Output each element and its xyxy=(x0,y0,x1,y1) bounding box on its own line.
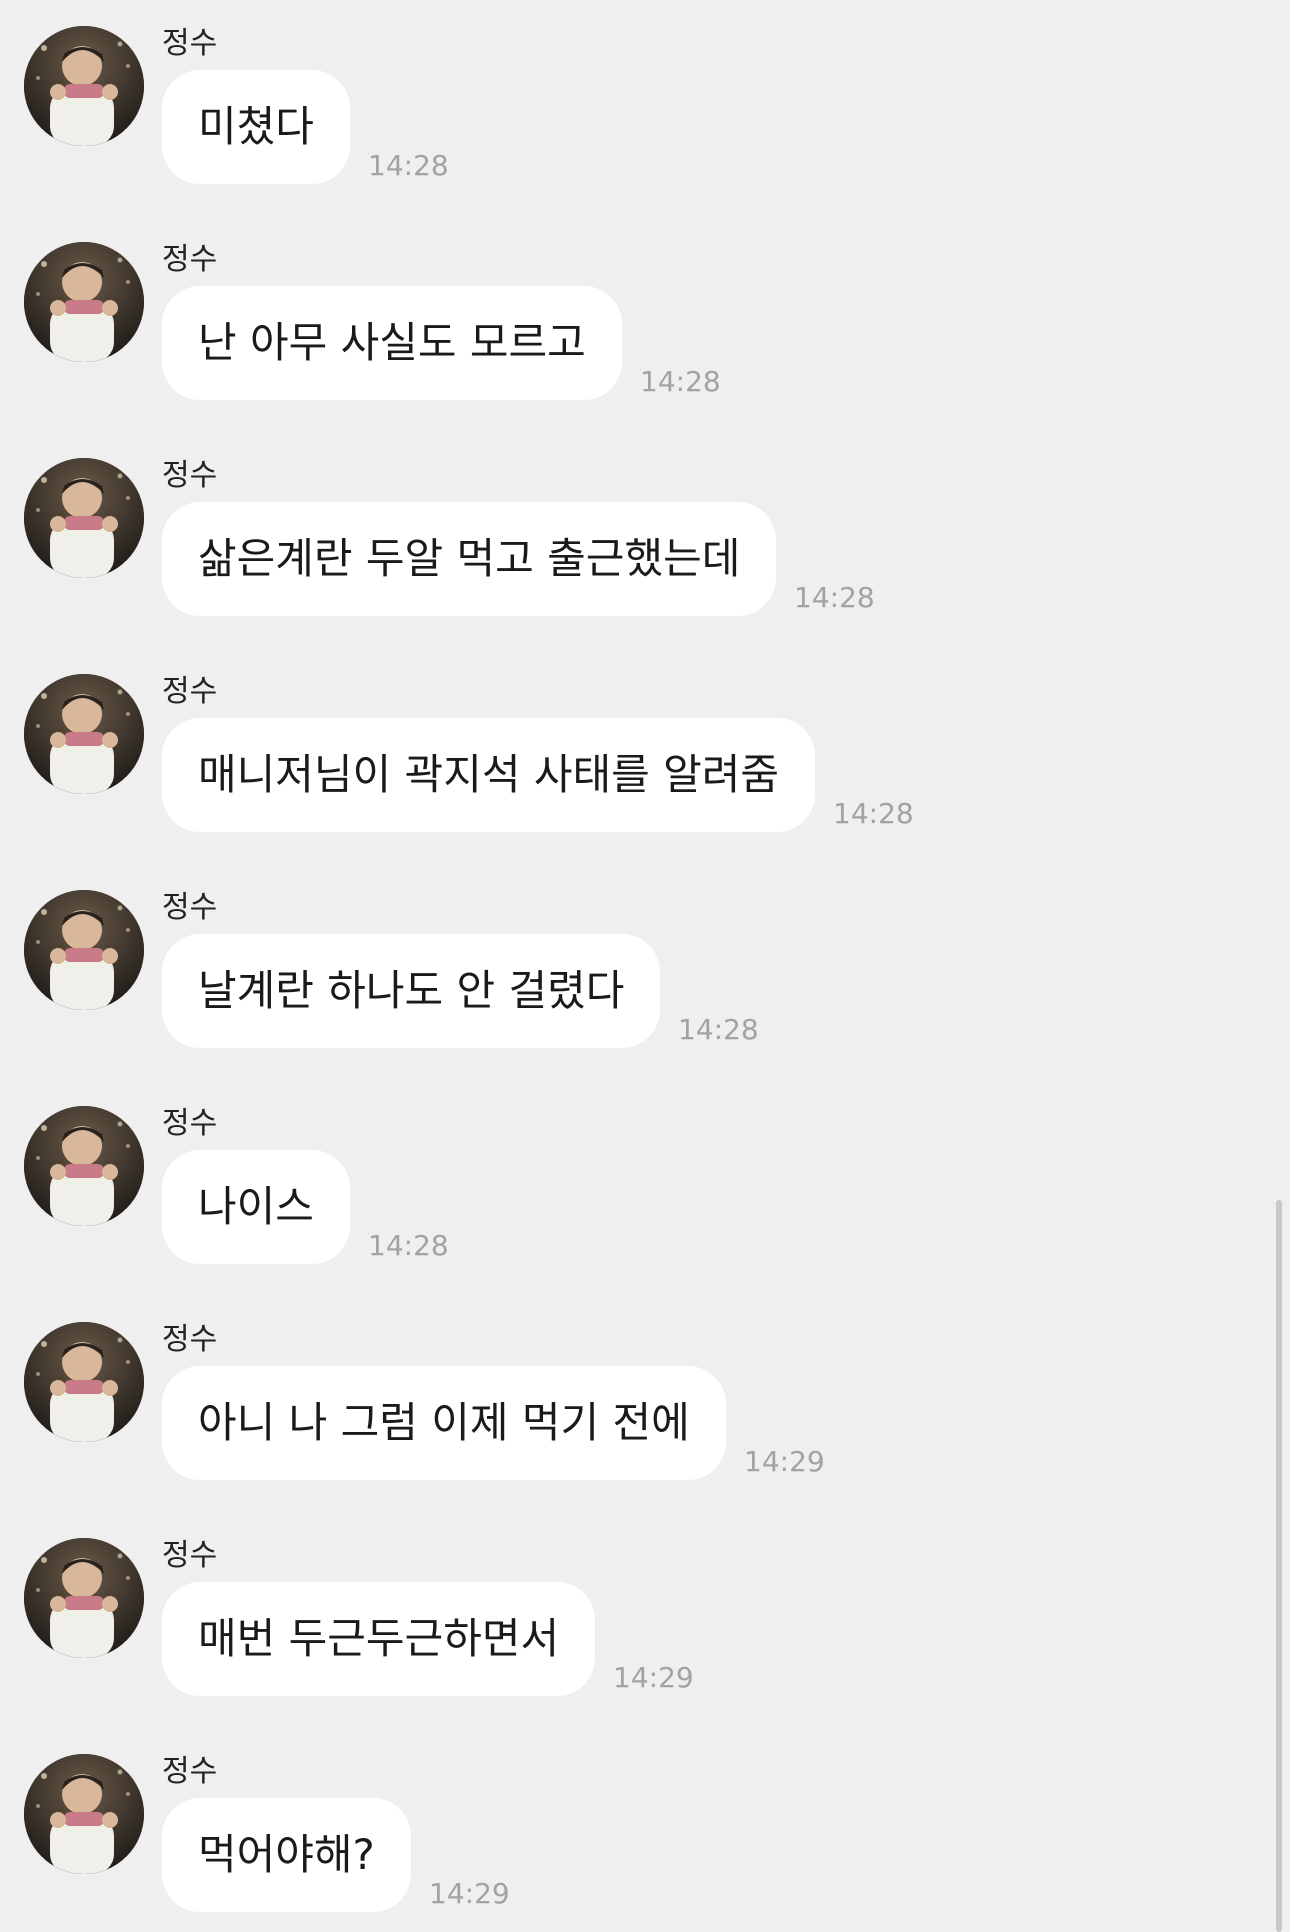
message-row: 정수 매번 두근두근하면서 14:29 xyxy=(0,1538,1270,1754)
message-timestamp: 14:28 xyxy=(368,1229,449,1262)
sender-name: 정수 xyxy=(162,674,218,709)
profile-photo-icon xyxy=(24,242,144,362)
profile-photo-icon xyxy=(24,1106,144,1226)
message-timestamp: 14:29 xyxy=(744,1445,825,1478)
avatar[interactable] xyxy=(24,890,144,1010)
profile-photo-icon xyxy=(24,26,144,146)
sender-name: 정수 xyxy=(162,1322,218,1357)
avatar[interactable] xyxy=(24,458,144,578)
sender-name: 정수 xyxy=(162,890,218,925)
sender-name: 정수 xyxy=(162,1754,218,1789)
message-bubble[interactable]: 미쳤다 xyxy=(162,70,350,184)
avatar[interactable] xyxy=(24,242,144,362)
scrollbar[interactable] xyxy=(1276,1200,1282,1932)
avatar[interactable] xyxy=(24,1538,144,1658)
profile-photo-icon xyxy=(24,1322,144,1442)
avatar[interactable] xyxy=(24,674,144,794)
message-row: 정수 매니저님이 곽지석 사태를 알려줌 14:28 xyxy=(0,674,1270,890)
profile-photo-icon xyxy=(24,1538,144,1658)
sender-name: 정수 xyxy=(162,1538,218,1573)
message-bubble[interactable]: 먹어야해? xyxy=(162,1798,411,1912)
message-timestamp: 14:28 xyxy=(833,797,914,830)
message-bubble[interactable]: 매니저님이 곽지석 사태를 알려줌 xyxy=(162,718,816,832)
message-bubble[interactable]: 나이스 xyxy=(162,1150,350,1264)
sender-name: 정수 xyxy=(162,26,218,61)
sender-name: 정수 xyxy=(162,242,218,277)
sender-name: 정수 xyxy=(162,458,218,493)
message-bubble[interactable]: 매번 두근두근하면서 xyxy=(162,1582,596,1696)
profile-photo-icon xyxy=(24,458,144,578)
avatar[interactable] xyxy=(24,1754,144,1874)
profile-photo-icon xyxy=(24,890,144,1010)
chat-message-list[interactable]: 정수 미쳤다 14:28 정수 난 아무 사실도 모르고 14:28 정수 삶은… xyxy=(0,0,1290,1932)
avatar[interactable] xyxy=(24,26,144,146)
message-row: 정수 먹어야해? 14:29 xyxy=(0,1754,1270,1932)
message-row: 정수 난 아무 사실도 모르고 14:28 xyxy=(0,242,1270,458)
message-row: 정수 미쳤다 14:28 xyxy=(0,26,1270,242)
message-bubble[interactable]: 날계란 하나도 안 걸렸다 xyxy=(162,934,661,1048)
message-timestamp: 14:29 xyxy=(613,1661,694,1694)
message-row: 정수 날계란 하나도 안 걸렸다 14:28 xyxy=(0,890,1270,1106)
message-timestamp: 14:28 xyxy=(640,365,721,398)
message-bubble[interactable]: 삶은계란 두알 먹고 출근했는데 xyxy=(162,502,777,616)
message-row: 정수 나이스 14:28 xyxy=(0,1106,1270,1322)
sender-name: 정수 xyxy=(162,1106,218,1141)
message-bubble[interactable]: 난 아무 사실도 모르고 xyxy=(162,286,622,400)
avatar[interactable] xyxy=(24,1106,144,1226)
message-bubble[interactable]: 아니 나 그럼 이제 먹기 전에 xyxy=(162,1366,726,1480)
message-row: 정수 삶은계란 두알 먹고 출근했는데 14:28 xyxy=(0,458,1270,674)
profile-photo-icon xyxy=(24,674,144,794)
avatar[interactable] xyxy=(24,1322,144,1442)
message-timestamp: 14:29 xyxy=(429,1877,510,1910)
message-timestamp: 14:28 xyxy=(368,149,449,182)
message-timestamp: 14:28 xyxy=(794,581,875,614)
message-row: 정수 아니 나 그럼 이제 먹기 전에 14:29 xyxy=(0,1322,1270,1538)
profile-photo-icon xyxy=(24,1754,144,1874)
message-timestamp: 14:28 xyxy=(678,1013,759,1046)
